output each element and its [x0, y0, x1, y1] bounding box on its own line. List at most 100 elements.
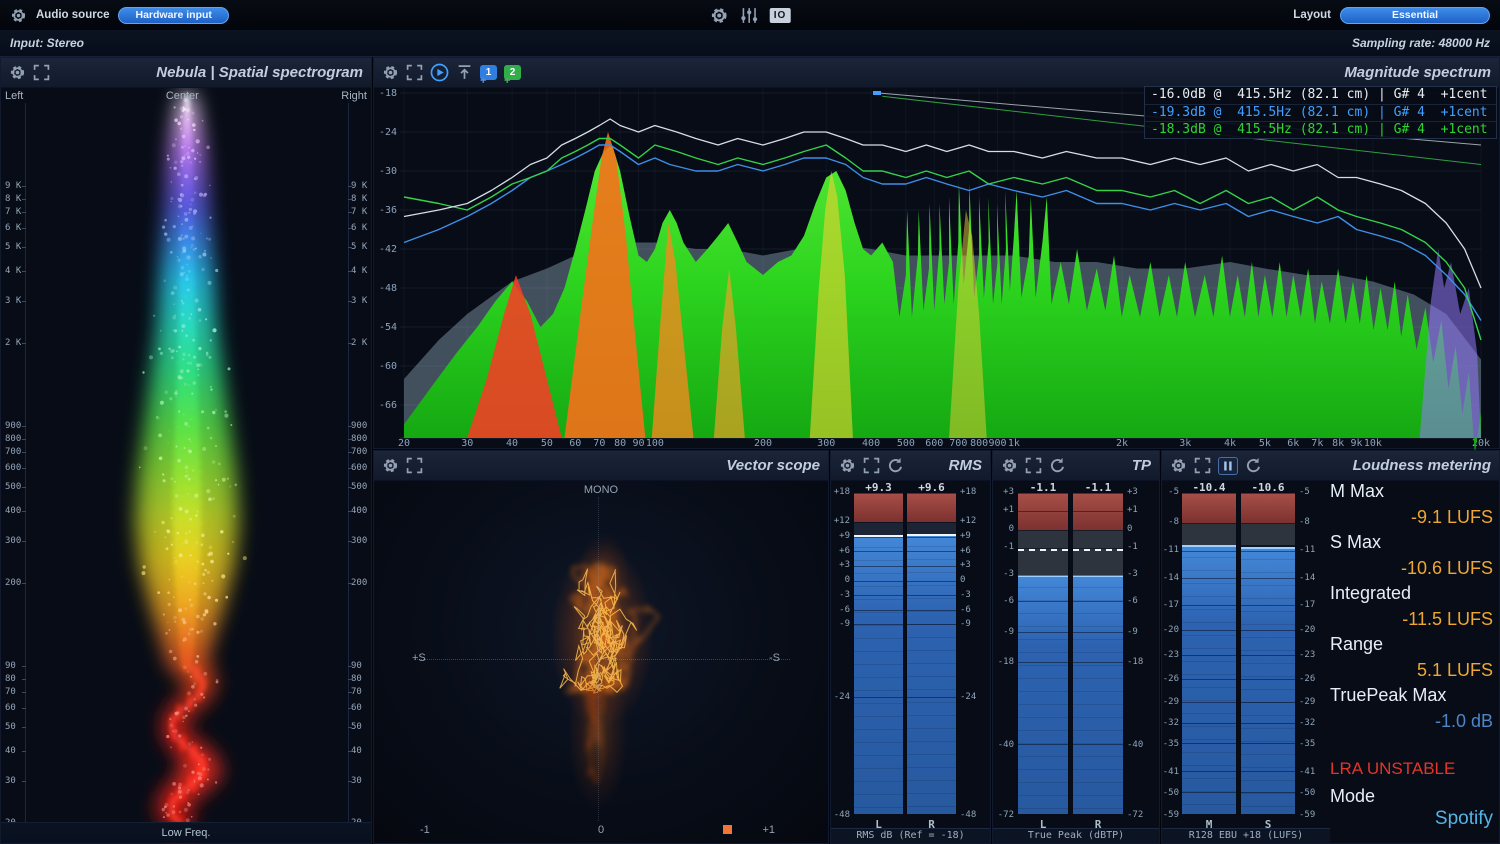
loudness-settings-gear-icon[interactable] [1170, 457, 1187, 474]
nebula-freq-label-right: 300 [351, 536, 370, 546]
loud-panel-scale-label: -35 [1299, 739, 1327, 749]
tp-reset-icon[interactable] [1049, 457, 1066, 474]
loudness-fullscreen-icon[interactable] [1194, 457, 1211, 474]
meter-tick [1241, 743, 1295, 744]
nebula-tick [22, 583, 26, 584]
meter-tick [1073, 662, 1123, 663]
nebula-tick [22, 247, 26, 248]
tp-header: TP [993, 451, 1159, 481]
rms-panel-scale-label: -48 [960, 810, 988, 820]
svg-text:7k: 7k [1311, 438, 1323, 449]
mixer-sliders-icon[interactable] [740, 6, 759, 25]
nebula-fullscreen-icon[interactable] [33, 64, 50, 81]
nebula-freq-label-right: 800 [351, 434, 370, 444]
svg-text:3k: 3k [1179, 438, 1191, 449]
tp-panel-scale-label: -3 [993, 569, 1014, 579]
rms-settings-gear-icon[interactable] [839, 457, 856, 474]
meter-dark-zone [1241, 523, 1295, 545]
loudness-stat-label: TruePeak Max [1330, 685, 1446, 706]
loudness-stat-label: S Max [1330, 532, 1381, 553]
slot1-add-icon[interactable]: + [480, 75, 486, 87]
nebula-freq-label-right: 80 [351, 674, 370, 684]
vector-scope-plot [374, 451, 830, 844]
rms-panel-scale-label: +3 [960, 560, 988, 570]
io-routing-icon[interactable]: IO [770, 8, 791, 23]
slot2-add-icon[interactable]: + [504, 75, 510, 87]
svg-text:30: 30 [461, 438, 473, 449]
meter-tick [854, 581, 903, 582]
rms-panel-value-L: +9.3 [853, 481, 904, 494]
vector-fullscreen-icon[interactable] [406, 457, 423, 474]
vector-settings-gear-icon[interactable] [382, 457, 399, 474]
loudness-pause-icon[interactable] [1218, 457, 1238, 475]
cursor-readout: -16.0dB @ 415.5Hz (82.1 cm) | G# 4 +1cen… [1144, 86, 1497, 139]
low-freq-label: Low Freq. [162, 827, 211, 839]
essential-layout-button[interactable]: Essential [1340, 7, 1490, 24]
tp-settings-gear-icon[interactable] [1001, 457, 1018, 474]
meter-tick [907, 610, 956, 611]
rms-panel-scale-label: -48 [831, 810, 850, 820]
nebula-tick [22, 439, 26, 440]
rms-panel-scale-label: +9 [831, 531, 850, 541]
meter-tick [1073, 601, 1123, 602]
nebula-tick [348, 541, 352, 542]
loudness-stat-label: Integrated [1330, 583, 1411, 604]
meter-tick [1182, 523, 1236, 524]
loud-panel-scale-label: -35 [1162, 739, 1179, 749]
loud-panel-scale-label: -23 [1162, 650, 1179, 660]
peak-hold-reset-icon[interactable] [456, 64, 473, 81]
svg-text:-60: -60 [379, 361, 397, 372]
spectrum-title: Magnitude spectrum [1344, 64, 1491, 81]
nebula-freq-label-right: 50 [351, 722, 370, 732]
meter-tick [854, 814, 903, 815]
loud-panel-scale-label: -41 [1162, 767, 1179, 777]
audio-source-settings-gear-icon[interactable] [10, 7, 27, 24]
loud-panel-scale-label: -8 [1162, 517, 1179, 527]
meter-tick [854, 624, 903, 625]
mode-value[interactable]: Spotify [1330, 808, 1493, 830]
svg-text:80: 80 [614, 438, 626, 449]
nebula-footer: Low Freq. [1, 822, 371, 843]
meter-fill [907, 534, 956, 814]
spectrum-live-play-icon[interactable] [430, 63, 449, 82]
nebula-freq-label-right: 40 [351, 746, 370, 756]
tp-panel-scale-label: -18 [1127, 657, 1155, 667]
rms-reset-icon[interactable] [887, 457, 904, 474]
loud-panel-bar-S [1240, 492, 1296, 815]
nebula-tick [22, 468, 26, 469]
tp-panel-scale-label: -1 [993, 542, 1014, 552]
tp-fullscreen-icon[interactable] [1025, 457, 1042, 474]
loud-panel-scale-label: -5 [1299, 487, 1327, 497]
rms-panel-scale-label: -6 [831, 605, 850, 615]
spectrum-fullscreen-icon[interactable] [406, 64, 423, 81]
svg-text:-24: -24 [379, 127, 397, 138]
loudness-reset-icon[interactable] [1245, 457, 1262, 474]
tp-panel-scale-label: -1 [1127, 542, 1155, 552]
svg-text:9k: 9k [1350, 438, 1362, 449]
vector-stereo-axis [414, 659, 790, 660]
hardware-input-button[interactable]: Hardware input [118, 7, 228, 24]
loud-panel-scale-label: -29 [1162, 697, 1179, 707]
rms-fullscreen-icon[interactable] [863, 457, 880, 474]
nebula-tick [348, 247, 352, 248]
meter-fill [1018, 575, 1068, 814]
tp-panel-scale-label: -18 [993, 657, 1014, 667]
meter-tick [1241, 814, 1295, 815]
nebula-tick [22, 186, 26, 187]
meter-dark-zone [854, 522, 903, 535]
meter-tick [1073, 530, 1123, 531]
meter-tick [854, 697, 903, 698]
nebula-settings-gear-icon[interactable] [9, 64, 26, 81]
tp-panel-scale-label: -6 [993, 596, 1014, 606]
meter-tick [1073, 575, 1123, 576]
loudness-stat-value: -1.0 dB [1330, 711, 1493, 732]
tp-title: TP [1132, 457, 1151, 474]
global-settings-gear-icon[interactable] [710, 6, 729, 25]
meter-tick [1241, 792, 1295, 793]
meter-tick [907, 697, 956, 698]
meter-red-zone [854, 493, 903, 522]
loud-panel-scale-label: -32 [1299, 718, 1327, 728]
spectrum-settings-gear-icon[interactable] [382, 64, 399, 81]
spectrum-header: 1 2 Magnitude spectrum [374, 58, 1499, 88]
vector-balance-marker[interactable] [723, 825, 732, 834]
